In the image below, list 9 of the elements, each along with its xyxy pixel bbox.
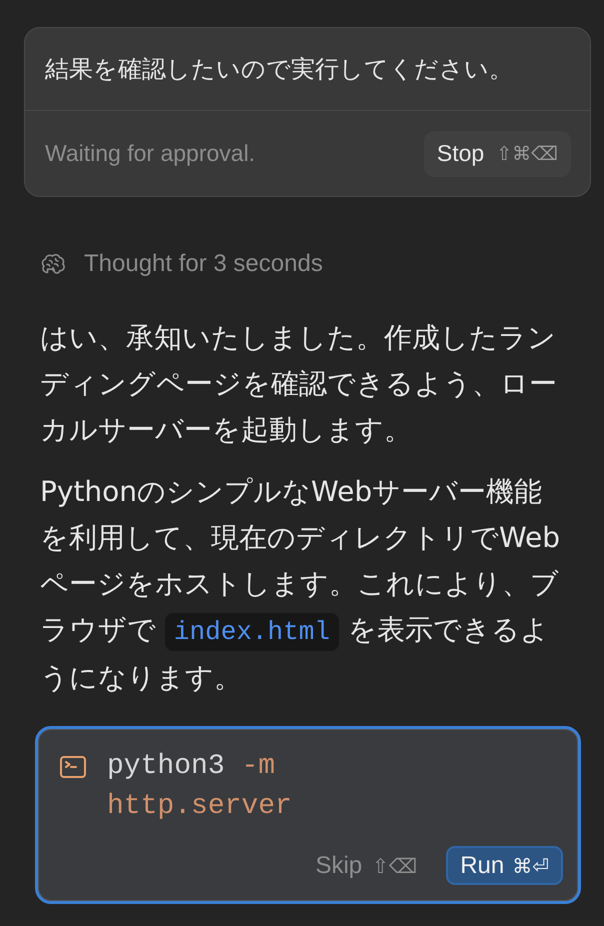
skip-button[interactable]: Skip ⇧⌫	[315, 852, 418, 880]
thought-label[interactable]: Thought for 3 seconds	[84, 250, 323, 278]
user-message: 結果を確認したいので実行してください。	[45, 55, 513, 85]
stop-button[interactable]: Stop ⇧⌘⌫	[424, 130, 571, 176]
assistant-paragraph: PythonのシンプルなWebサーバー機能を利用して、現在のディレクトリでWebページをホストします。これにより、ブラウザで index.html を表示できるようになります。	[40, 474, 562, 696]
command-text: python3 -m http.server	[107, 750, 293, 824]
status-text: Waiting for approval.	[45, 140, 256, 167]
brain-icon	[40, 252, 66, 276]
assistant-paragraph: はい、承知いたしました。作成したランディングページを確認できるよう、ローカルサーバーを起動します。	[40, 320, 558, 448]
